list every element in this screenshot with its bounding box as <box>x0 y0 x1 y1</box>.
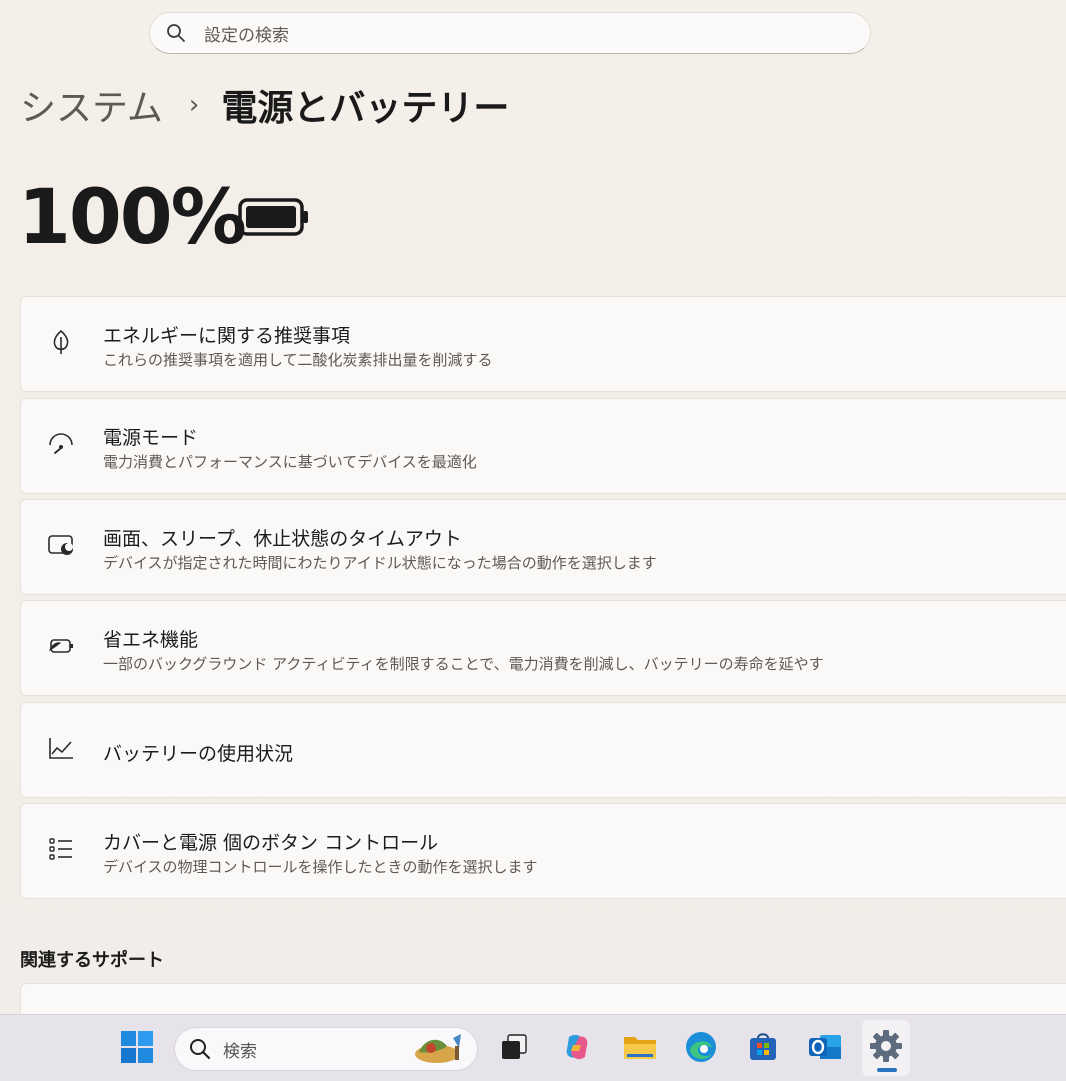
search-icon <box>166 23 186 43</box>
card-title: 電源モード <box>103 427 199 449</box>
settings-gear-icon <box>869 1029 903 1067</box>
windows-start-icon <box>120 1030 154 1068</box>
copilot-icon <box>561 1031 593 1067</box>
energy-saver-icon <box>46 631 76 661</box>
card-energy-saver[interactable]: 省エネ機能 一部のバックグラウンド アクティビティを制限することで、電力消費を削… <box>20 600 1066 696</box>
card-lid-power-button-controls[interactable]: カバーと電源 個のボタン コントロール デバイスの物理コントロールを操作したとき… <box>20 803 1066 899</box>
card-battery-usage[interactable]: バッテリーの使用状況 <box>20 702 1066 798</box>
start-button[interactable] <box>113 1027 161 1071</box>
taskbar-search-box[interactable]: 検索 <box>174 1027 478 1071</box>
search-highlight-illustration-icon <box>409 1032 469 1066</box>
card-description: デバイスが指定された時間にわたりアイドル状態になった場合の動作を選択します <box>103 554 657 572</box>
store-icon <box>747 1031 779 1067</box>
active-app-indicator <box>877 1068 897 1072</box>
card-description: 一部のバックグラウンド アクティビティを制限することで、電力消費を削減し、バッテ… <box>103 655 824 673</box>
card-screen-sleep-timeouts[interactable]: 画面、スリープ、休止状態のタイムアウト デバイスが指定された時間にわたりアイドル… <box>20 499 1066 595</box>
list-controls-icon <box>46 834 76 864</box>
settings-search-box[interactable]: 設定の検索 <box>149 12 871 54</box>
card-power-mode[interactable]: 電源モード 電力消費とパフォーマンスに基づいてデバイスを最適化 <box>20 398 1066 494</box>
battery-usage-chart-icon <box>46 733 76 763</box>
breadcrumb: システム › 電源とバッテリー <box>20 80 509 130</box>
battery-percentage: 100% <box>18 172 247 261</box>
card-title: エネルギーに関する推奨事項 <box>103 325 351 347</box>
page-title: 電源とバッテリー <box>221 88 510 129</box>
copilot-button[interactable] <box>553 1027 601 1071</box>
store-button[interactable] <box>739 1027 787 1071</box>
outlook-icon <box>808 1031 842 1067</box>
card-energy-recommendations[interactable]: エネルギーに関する推奨事項 これらの推奨事項を適用して二酸化炭素排出量を削減する <box>20 296 1066 392</box>
file-explorer-button[interactable] <box>616 1027 664 1071</box>
card-title: カバーと電源 個のボタン コントロール <box>103 832 439 854</box>
task-view-icon <box>499 1032 529 1066</box>
card-title: バッテリーの使用状況 <box>103 743 294 765</box>
card-title: 省エネ機能 <box>103 629 199 651</box>
card-description: これらの推奨事項を適用して二酸化炭素排出量を削減する <box>103 351 493 369</box>
card-title: 画面、スリープ、休止状態のタイムアウト <box>103 528 462 550</box>
taskbar-search-label: 検索 <box>223 1041 257 1062</box>
breadcrumb-separator: › <box>188 90 200 120</box>
taskbar: 検索 <box>0 1014 1066 1081</box>
leaf-icon <box>46 327 76 357</box>
breadcrumb-parent-system[interactable]: システム <box>20 79 163 131</box>
card-description: 電力消費とパフォーマンスに基づいてデバイスを最適化 <box>103 453 477 471</box>
screen-sleep-icon <box>46 530 76 560</box>
edge-icon <box>684 1030 718 1068</box>
edge-browser-button[interactable] <box>677 1027 725 1071</box>
power-mode-gauge-icon <box>46 429 76 459</box>
outlook-button[interactable] <box>801 1027 849 1071</box>
search-placeholder: 設定の検索 <box>204 25 289 46</box>
battery-full-icon <box>238 197 310 237</box>
task-view-button[interactable] <box>490 1027 538 1071</box>
search-icon <box>189 1038 211 1060</box>
card-description: デバイスの物理コントロールを操作したときの動作を選択します <box>103 858 538 876</box>
file-explorer-icon <box>623 1032 657 1066</box>
related-support-heading: 関連するサポート <box>20 950 164 971</box>
